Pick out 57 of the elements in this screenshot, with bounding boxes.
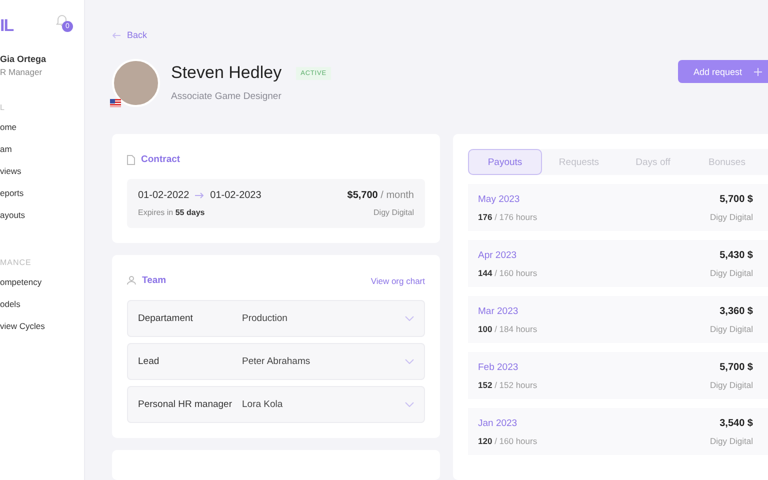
nav-item[interactable]: ome	[0, 122, 17, 132]
job-title: Associate Game Designer	[171, 91, 282, 102]
payout-month: Feb 2023	[478, 362, 518, 372]
company-name: Digy Digital	[710, 380, 753, 390]
bell-icon[interactable]	[56, 14, 68, 27]
user-icon	[127, 276, 136, 285]
arrow-right-icon	[195, 192, 204, 199]
hours-worked: 176 / 176 hours	[478, 212, 538, 222]
plus-icon	[754, 68, 762, 76]
company-name: Digy Digital	[710, 268, 753, 278]
document-icon	[127, 154, 135, 164]
hours-worked: 144 / 160 hours	[478, 268, 538, 278]
nav-item[interactable]: ayouts	[0, 210, 26, 220]
end-date: 01-02-2023	[210, 190, 262, 201]
team-row[interactable]: Lead Peter Abrahams	[127, 343, 425, 380]
nav-item[interactable]: eports	[0, 188, 24, 198]
user-role: R Manager	[0, 67, 44, 77]
start-date: 01-02-2022	[138, 190, 190, 201]
payout-month: Mar 2023	[478, 306, 518, 316]
employee-name: Steven Hedley	[171, 63, 282, 83]
flag-icon	[110, 98, 121, 106]
team-row[interactable]: Departament Production	[127, 300, 425, 337]
nav-item[interactable]: ompetency	[0, 277, 42, 287]
company-name: Digy Digital	[710, 212, 753, 222]
team-row[interactable]: Personal HR manager Lora Kola	[127, 386, 425, 423]
payout-month: May 2023	[478, 194, 520, 204]
company-name: Digy Digital	[710, 436, 753, 446]
hours-worked: 120 / 160 hours	[478, 436, 538, 446]
section-title: MANCE	[0, 258, 32, 267]
company-name: Digy Digital	[710, 324, 753, 334]
payout-amount: 5,700 $	[720, 362, 753, 372]
section-title: L	[0, 103, 6, 112]
payout-amount: 5,700 $	[720, 194, 753, 204]
hours-worked: 100 / 184 hours	[478, 324, 538, 334]
nav-item[interactable]: odels	[0, 299, 20, 309]
avatar-placeholder	[112, 58, 160, 106]
hours-worked: 152 / 152 hours	[478, 380, 538, 390]
payout-amount: 3,360 $	[720, 306, 753, 316]
salary: $5,700 / month	[347, 190, 414, 201]
user-name: Gia Ortega	[0, 54, 48, 64]
payout-amount: 3,540 $	[720, 418, 753, 428]
expiry-text: Expires in 55 days	[138, 208, 205, 217]
arrow-left-icon	[112, 32, 121, 38]
payout-amount: 5,430 $	[720, 250, 753, 260]
card-title: Team	[142, 275, 166, 286]
chevron-icon	[405, 359, 414, 364]
nav-item[interactable]: views	[0, 166, 22, 176]
org-chart-link[interactable]: View org chart	[370, 276, 425, 286]
company-name: Digy Digital	[374, 208, 414, 217]
nav-item[interactable]: am	[0, 144, 12, 154]
logo: IL	[0, 16, 14, 36]
nav-item[interactable]: view Cycles	[0, 321, 45, 331]
card-title: Contract	[141, 154, 180, 165]
chevron-icon	[405, 316, 414, 321]
payout-month: Jan 2023	[478, 418, 518, 428]
payout-month: Apr 2023	[478, 250, 517, 260]
chevron-icon	[405, 402, 414, 407]
